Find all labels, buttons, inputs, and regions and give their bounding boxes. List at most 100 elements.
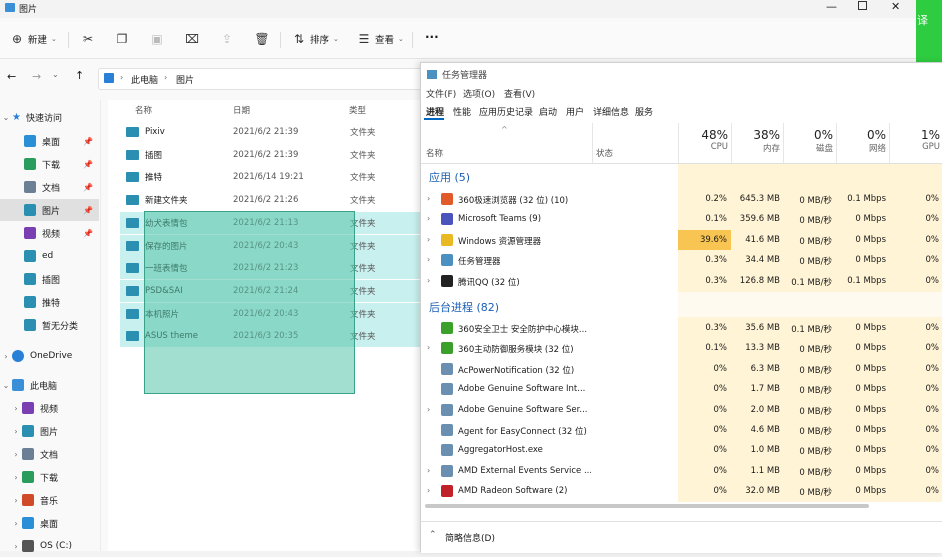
column-header-type[interactable]: 类型: [349, 104, 366, 116]
sort-caret-icon: ^: [501, 125, 508, 134]
sidebar-item-quick-8[interactable]: 暂无分类: [0, 314, 99, 336]
back-arrow-icon[interactable]: ←: [7, 70, 16, 83]
tab-startup[interactable]: 启动: [539, 105, 557, 118]
process-row[interactable]: AcPowerNotification (32 位) 0% 6.3 MB 0 MB/秒…: [421, 359, 942, 379]
folder-icon: [126, 263, 139, 274]
sidebar-item-pc-6[interactable]: › OS (C:): [0, 535, 99, 557]
tab-performance[interactable]: 性能: [453, 105, 471, 118]
process-row[interactable]: Agent for EasyConnect (32 位) 0% 4.6 MB 0 MB…: [421, 420, 942, 440]
column-divider: [592, 123, 593, 163]
fewer-details-button[interactable]: 简略信息(D): [445, 531, 495, 544]
rename-icon[interactable]: ⌧: [185, 32, 199, 46]
process-row[interactable]: › 360极速浏览器 (32 位) (10) 0.2% 645.3 MB 0 MB/秒 0…: [421, 189, 942, 209]
chevron-up-icon[interactable]: ⌃: [429, 530, 437, 540]
sidebar-item-quick-7[interactable]: 推特: [0, 291, 99, 313]
translate-badge[interactable]: 译: [917, 12, 928, 28]
process-row[interactable]: › 腾讯QQ (32 位) 0.3% 126.8 MB 0.1 MB/秒 0.1 Mbps…: [421, 271, 942, 291]
forward-arrow-icon[interactable]: →: [32, 70, 41, 83]
process-row[interactable]: › AMD External Events Service ... 0% 1.1 MB…: [421, 461, 942, 481]
cut-icon[interactable]: ✂: [81, 32, 95, 46]
view-button[interactable]: ☰ 查看 ⌄: [357, 32, 404, 46]
sidebar-item-pc-0[interactable]: › 视频: [0, 397, 99, 419]
sidebar-item-label: 桌面: [42, 137, 61, 148]
sidebar-item-quick-0[interactable]: 桌面 📌: [0, 130, 99, 152]
header-memory[interactable]: 38% 内存: [731, 123, 784, 163]
section-gap-background: [678, 292, 942, 317]
expand-chevron-icon[interactable]: ›: [427, 255, 430, 264]
file-type: 文件夹: [350, 150, 376, 161]
tab-details[interactable]: 详细信息: [593, 105, 629, 118]
expand-chevron-icon[interactable]: ›: [427, 194, 430, 203]
header-disk[interactable]: 0% 磁盘: [783, 123, 837, 163]
expand-chevron-icon[interactable]: ›: [427, 214, 430, 223]
sidebar-item-pc-5[interactable]: › 桌面: [0, 512, 99, 534]
menu-options[interactable]: 选项(O): [463, 87, 495, 100]
nav-quick-access[interactable]: ⌄ ★ 快速访问: [0, 106, 99, 128]
menu-file[interactable]: 文件(F): [426, 87, 456, 100]
sidebar-item-quick-6[interactable]: 插图: [0, 268, 99, 290]
address-bar[interactable]: › 此电脑 › 图片: [98, 68, 430, 90]
tab-app-history[interactable]: 应用历史记录: [479, 105, 533, 118]
network-value: 0 Mbps: [855, 363, 886, 374]
horizontal-scrollbar[interactable]: [425, 504, 869, 508]
expand-chevron-icon[interactable]: ›: [427, 276, 430, 285]
sidebar-item-pc-3[interactable]: › 下载: [0, 466, 99, 488]
sidebar-item-quick-3[interactable]: 图片 📌: [0, 199, 99, 221]
process-row[interactable]: AggregatorHost.exe 0% 1.0 MB 0 MB/秒 0 Mbps 0%: [421, 440, 942, 460]
header-cpu[interactable]: 48% CPU: [678, 123, 732, 163]
maximize-icon[interactable]: [858, 1, 867, 10]
process-row[interactable]: › Windows 资源管理器 39.6% 41.6 MB 0 MB/秒 0 Mbps 0%: [421, 229, 942, 250]
breadcrumb-current[interactable]: 图片: [176, 73, 194, 86]
expand-chevron-icon[interactable]: ›: [427, 405, 430, 414]
sidebar-item-label: 文档: [40, 450, 59, 461]
menu-view[interactable]: 查看(V): [504, 87, 535, 100]
header-status[interactable]: 状态: [596, 147, 613, 159]
expand-chevron-icon[interactable]: ›: [427, 486, 430, 495]
more-options-button[interactable]: ···: [425, 30, 439, 44]
sidebar-item-quick-2[interactable]: 文档 📌: [0, 176, 99, 198]
folder-icon: [126, 127, 139, 137]
sort-button[interactable]: ⇅ 排序 ⌄: [292, 32, 339, 46]
process-row[interactable]: › AMD Radeon Software (2) 0% 32.0 MB 0 MB/秒 0…: [421, 481, 942, 501]
sidebar-item-quick-4[interactable]: 视频 📌: [0, 222, 99, 244]
process-row[interactable]: › 360主动防御服务模块 (32 位) 0.1% 13.3 MB 0 MB/秒 0 Mb…: [421, 338, 942, 358]
tab-services[interactable]: 服务: [635, 105, 653, 118]
header-gpu[interactable]: 1% GPU: [889, 123, 942, 163]
sidebar-item-pc-4[interactable]: › 音乐: [0, 489, 99, 511]
sidebar-item-pc-2[interactable]: › 文档: [0, 443, 99, 465]
tab-processes[interactable]: 进程: [426, 105, 444, 118]
copy-icon[interactable]: ❐: [115, 32, 129, 46]
header-name[interactable]: 名称: [426, 147, 443, 159]
sidebar-item-pc-1[interactable]: › 图片: [0, 420, 99, 442]
gpu-value: 0%: [925, 486, 940, 497]
expand-chevron-icon[interactable]: ›: [427, 235, 430, 244]
expand-chevron-icon[interactable]: ›: [427, 466, 430, 475]
process-row[interactable]: › 任务管理器 0.3% 34.4 MB 0 MB/秒 0 Mbps 0%: [421, 250, 942, 270]
minimize-icon[interactable]: —: [826, 0, 837, 13]
column-header-name[interactable]: 名称: [135, 104, 152, 116]
cpu-value: 39.6%: [699, 234, 727, 245]
process-name: 360极速浏览器 (32 位) (10): [458, 196, 569, 206]
recent-chevron-icon[interactable]: ⌄: [52, 70, 59, 79]
header-network[interactable]: 0% 网络: [836, 123, 890, 163]
process-row[interactable]: 360安全卫士 安全防护中心模块... 0.3% 35.6 MB 0.1 MB/秒 0 …: [421, 318, 942, 338]
process-row[interactable]: Adobe Genuine Software Int... 0% 1.7 MB 0 M…: [421, 379, 942, 399]
paste-icon[interactable]: ▣: [150, 32, 164, 46]
close-icon[interactable]: ✕: [891, 0, 900, 13]
nav-this-pc[interactable]: ⌄ 此电脑: [0, 374, 99, 396]
breadcrumb-root[interactable]: 此电脑: [131, 73, 158, 86]
delete-icon[interactable]: 🗑: [254, 32, 269, 46]
process-icon: [441, 464, 453, 477]
sidebar-item-quick-1[interactable]: 下载 📌: [0, 153, 99, 175]
process-row[interactable]: › Adobe Genuine Software Ser... 0% 2.0 MB 0 …: [421, 400, 942, 420]
tab-users[interactable]: 用户: [566, 105, 584, 118]
folder-icon: [126, 217, 139, 228]
column-header-date[interactable]: 日期: [233, 104, 250, 116]
sidebar-item-quick-5[interactable]: ed: [0, 245, 99, 267]
expand-chevron-icon[interactable]: ›: [427, 343, 430, 352]
nav-onedrive[interactable]: › OneDrive: [0, 345, 99, 367]
share-icon[interactable]: ⇪: [220, 32, 234, 46]
up-arrow-icon[interactable]: ↑: [75, 69, 84, 82]
new-button[interactable]: ⊕ 新建 ⌄: [10, 32, 57, 46]
process-row[interactable]: › Microsoft Teams (9) 0.1% 359.6 MB 0 MB/秒 0 …: [421, 209, 942, 229]
